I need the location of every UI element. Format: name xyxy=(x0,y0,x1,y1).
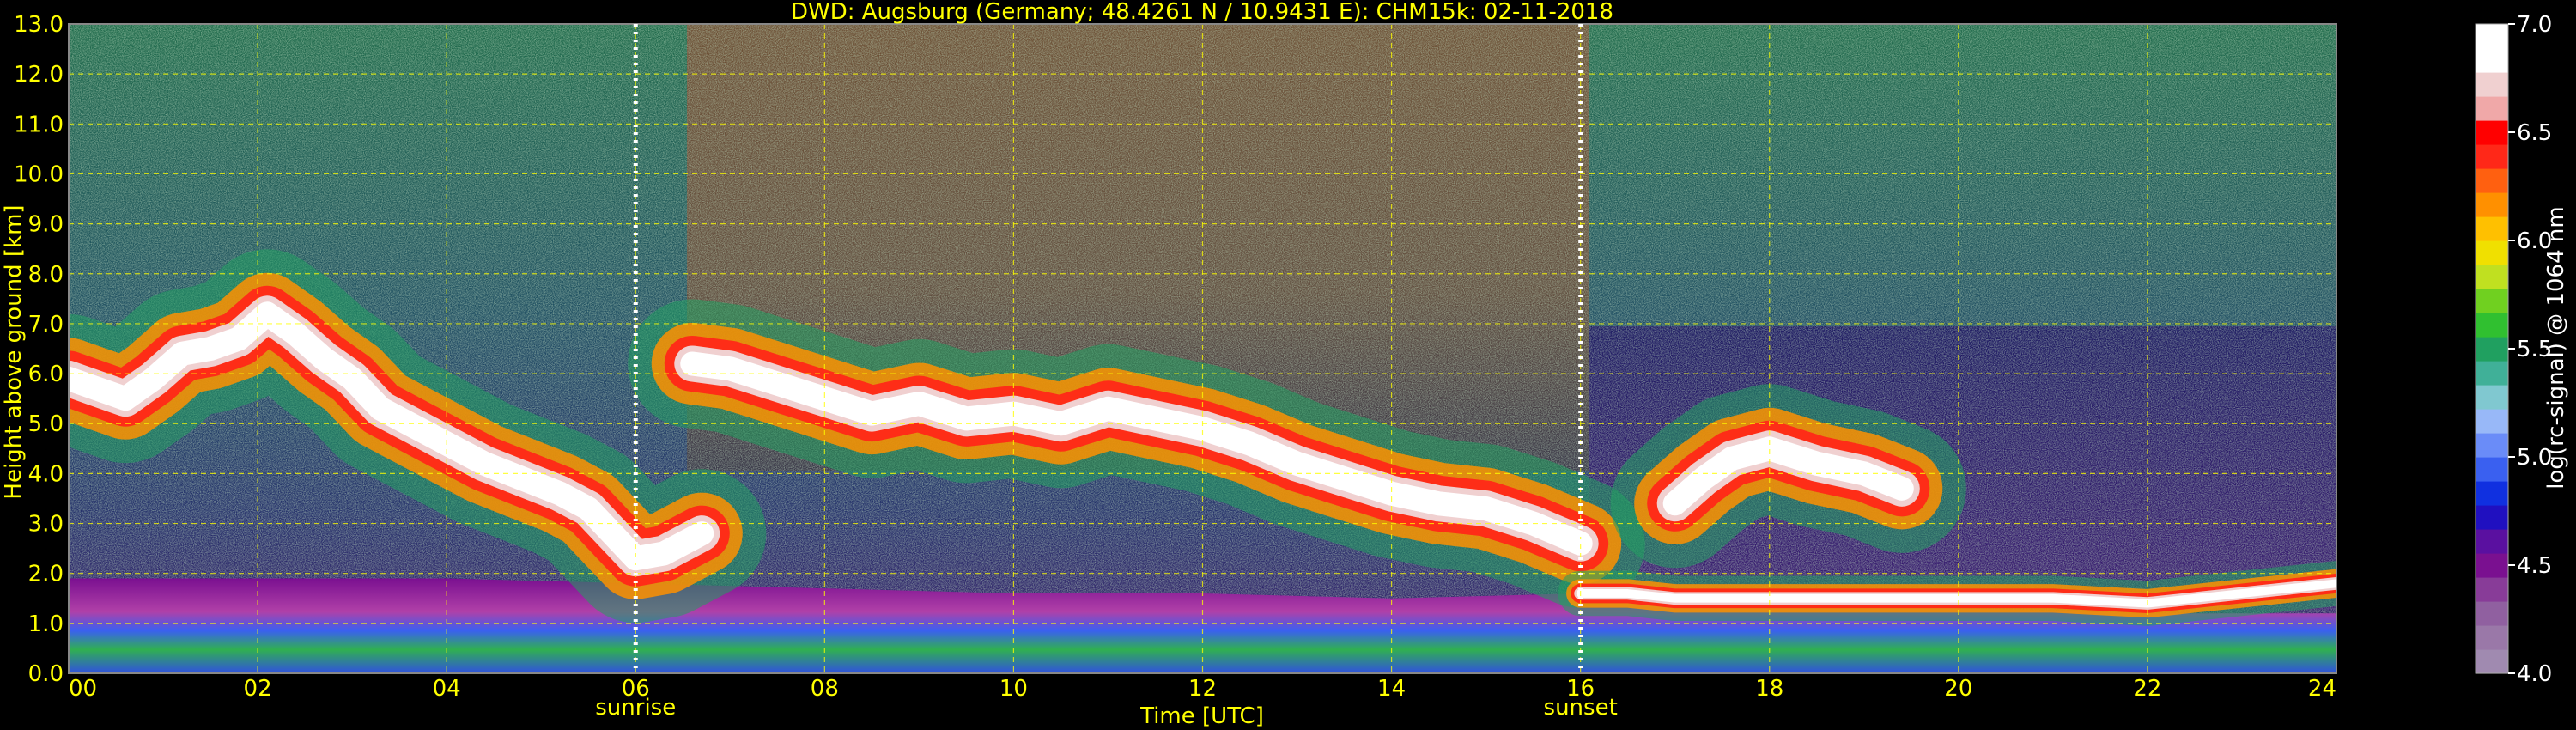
colorbar-swatch xyxy=(2476,265,2508,289)
colorbar-swatch xyxy=(2476,216,2508,241)
x-tick-label: 08 xyxy=(811,676,839,702)
y-tick-label: 8.0 xyxy=(28,262,64,288)
y-tick-label: 13.0 xyxy=(14,12,64,38)
colorbar-label: log(rc-signal) @ 1064 nm xyxy=(2543,206,2569,489)
colorbar-swatch xyxy=(2476,96,2508,121)
x-tick-label: 24 xyxy=(2308,676,2336,702)
y-tick-label: 3.0 xyxy=(28,512,64,538)
colorbar-swatch xyxy=(2476,120,2508,145)
colorbar-swatch xyxy=(2476,48,2508,73)
ceilometer-chart: sunrise sunset 00 02 04 06 08 10 12 14 16 18 20 22 24… xyxy=(1,0,2569,729)
chart-title: DWD: Augsburg (Germany; 48.4261 N / 10.9… xyxy=(791,0,1613,25)
x-tick-label: 00 xyxy=(69,676,97,702)
colorbar-swatch xyxy=(2476,313,2508,338)
y-tick-label: 12.0 xyxy=(14,62,64,88)
colorbar-swatch xyxy=(2476,168,2508,193)
colorbar-swatch xyxy=(2476,72,2508,97)
x-tick-label: 02 xyxy=(244,676,272,702)
y-axis-label: Height above ground [km] xyxy=(1,204,27,499)
y-tick-label: 2.0 xyxy=(28,562,64,587)
colorbar: 4.04.55.05.56.06.57.0 xyxy=(2475,12,2552,687)
cloud-layer-3 xyxy=(1610,384,1966,569)
colorbar-swatch xyxy=(2476,240,2508,265)
colorbar-swatch xyxy=(2476,409,2508,434)
colorbar-swatch xyxy=(2476,481,2508,506)
colorbar-swatch xyxy=(2476,192,2508,217)
colorbar-swatch xyxy=(2476,649,2508,674)
colorbar-swatch xyxy=(2476,601,2508,626)
x-axis-ticks: 00 02 04 06 08 10 12 14 16 18 20 22 24 xyxy=(69,676,2336,702)
colorbar-swatch xyxy=(2476,337,2508,362)
x-tick-label: 16 xyxy=(1566,676,1595,702)
x-tick-label: 18 xyxy=(1755,676,1783,702)
colorbar-swatch xyxy=(2476,505,2508,530)
x-tick-label: 14 xyxy=(1377,676,1406,702)
y-tick-label: 5.0 xyxy=(28,411,64,437)
y-tick-label: 0.0 xyxy=(28,661,64,687)
colorbar-swatch xyxy=(2476,24,2508,49)
y-tick-label: 11.0 xyxy=(14,112,64,137)
colorbar-swatch xyxy=(2476,385,2508,410)
colorbar-tick-label: 6.5 xyxy=(2517,120,2552,146)
x-tick-label: 22 xyxy=(2133,676,2161,702)
y-tick-label: 4.0 xyxy=(28,461,64,487)
colorbar-swatch xyxy=(2476,577,2508,602)
colorbar-swatch xyxy=(2476,433,2508,458)
colorbar-swatch xyxy=(2476,625,2508,650)
x-tick-label: 12 xyxy=(1188,676,1217,702)
colorbar-swatch xyxy=(2476,144,2508,169)
colorbar-swatch xyxy=(2476,553,2508,578)
y-tick-label: 6.0 xyxy=(28,362,64,387)
x-axis-label: Time [UTC] xyxy=(1139,703,1264,729)
x-tick-label: 10 xyxy=(999,676,1028,702)
colorbar-tick-label: 4.0 xyxy=(2517,661,2552,687)
x-tick-label: 04 xyxy=(433,676,461,702)
colorbar-tick-label: 4.5 xyxy=(2517,553,2552,579)
colorbar-swatch xyxy=(2476,457,2508,482)
colorbar-swatch xyxy=(2476,361,2508,386)
y-tick-label: 1.0 xyxy=(28,611,64,637)
y-tick-label: 9.0 xyxy=(28,212,64,238)
colorbar-swatch xyxy=(2476,289,2508,313)
colorbar-swatch xyxy=(2476,529,2508,554)
y-tick-label: 10.0 xyxy=(14,161,64,187)
x-tick-label: 20 xyxy=(1944,676,1972,702)
colorbar-tick-label: 7.0 xyxy=(2517,12,2552,38)
y-tick-label: 7.0 xyxy=(28,312,64,338)
x-tick-label: 06 xyxy=(622,676,650,702)
